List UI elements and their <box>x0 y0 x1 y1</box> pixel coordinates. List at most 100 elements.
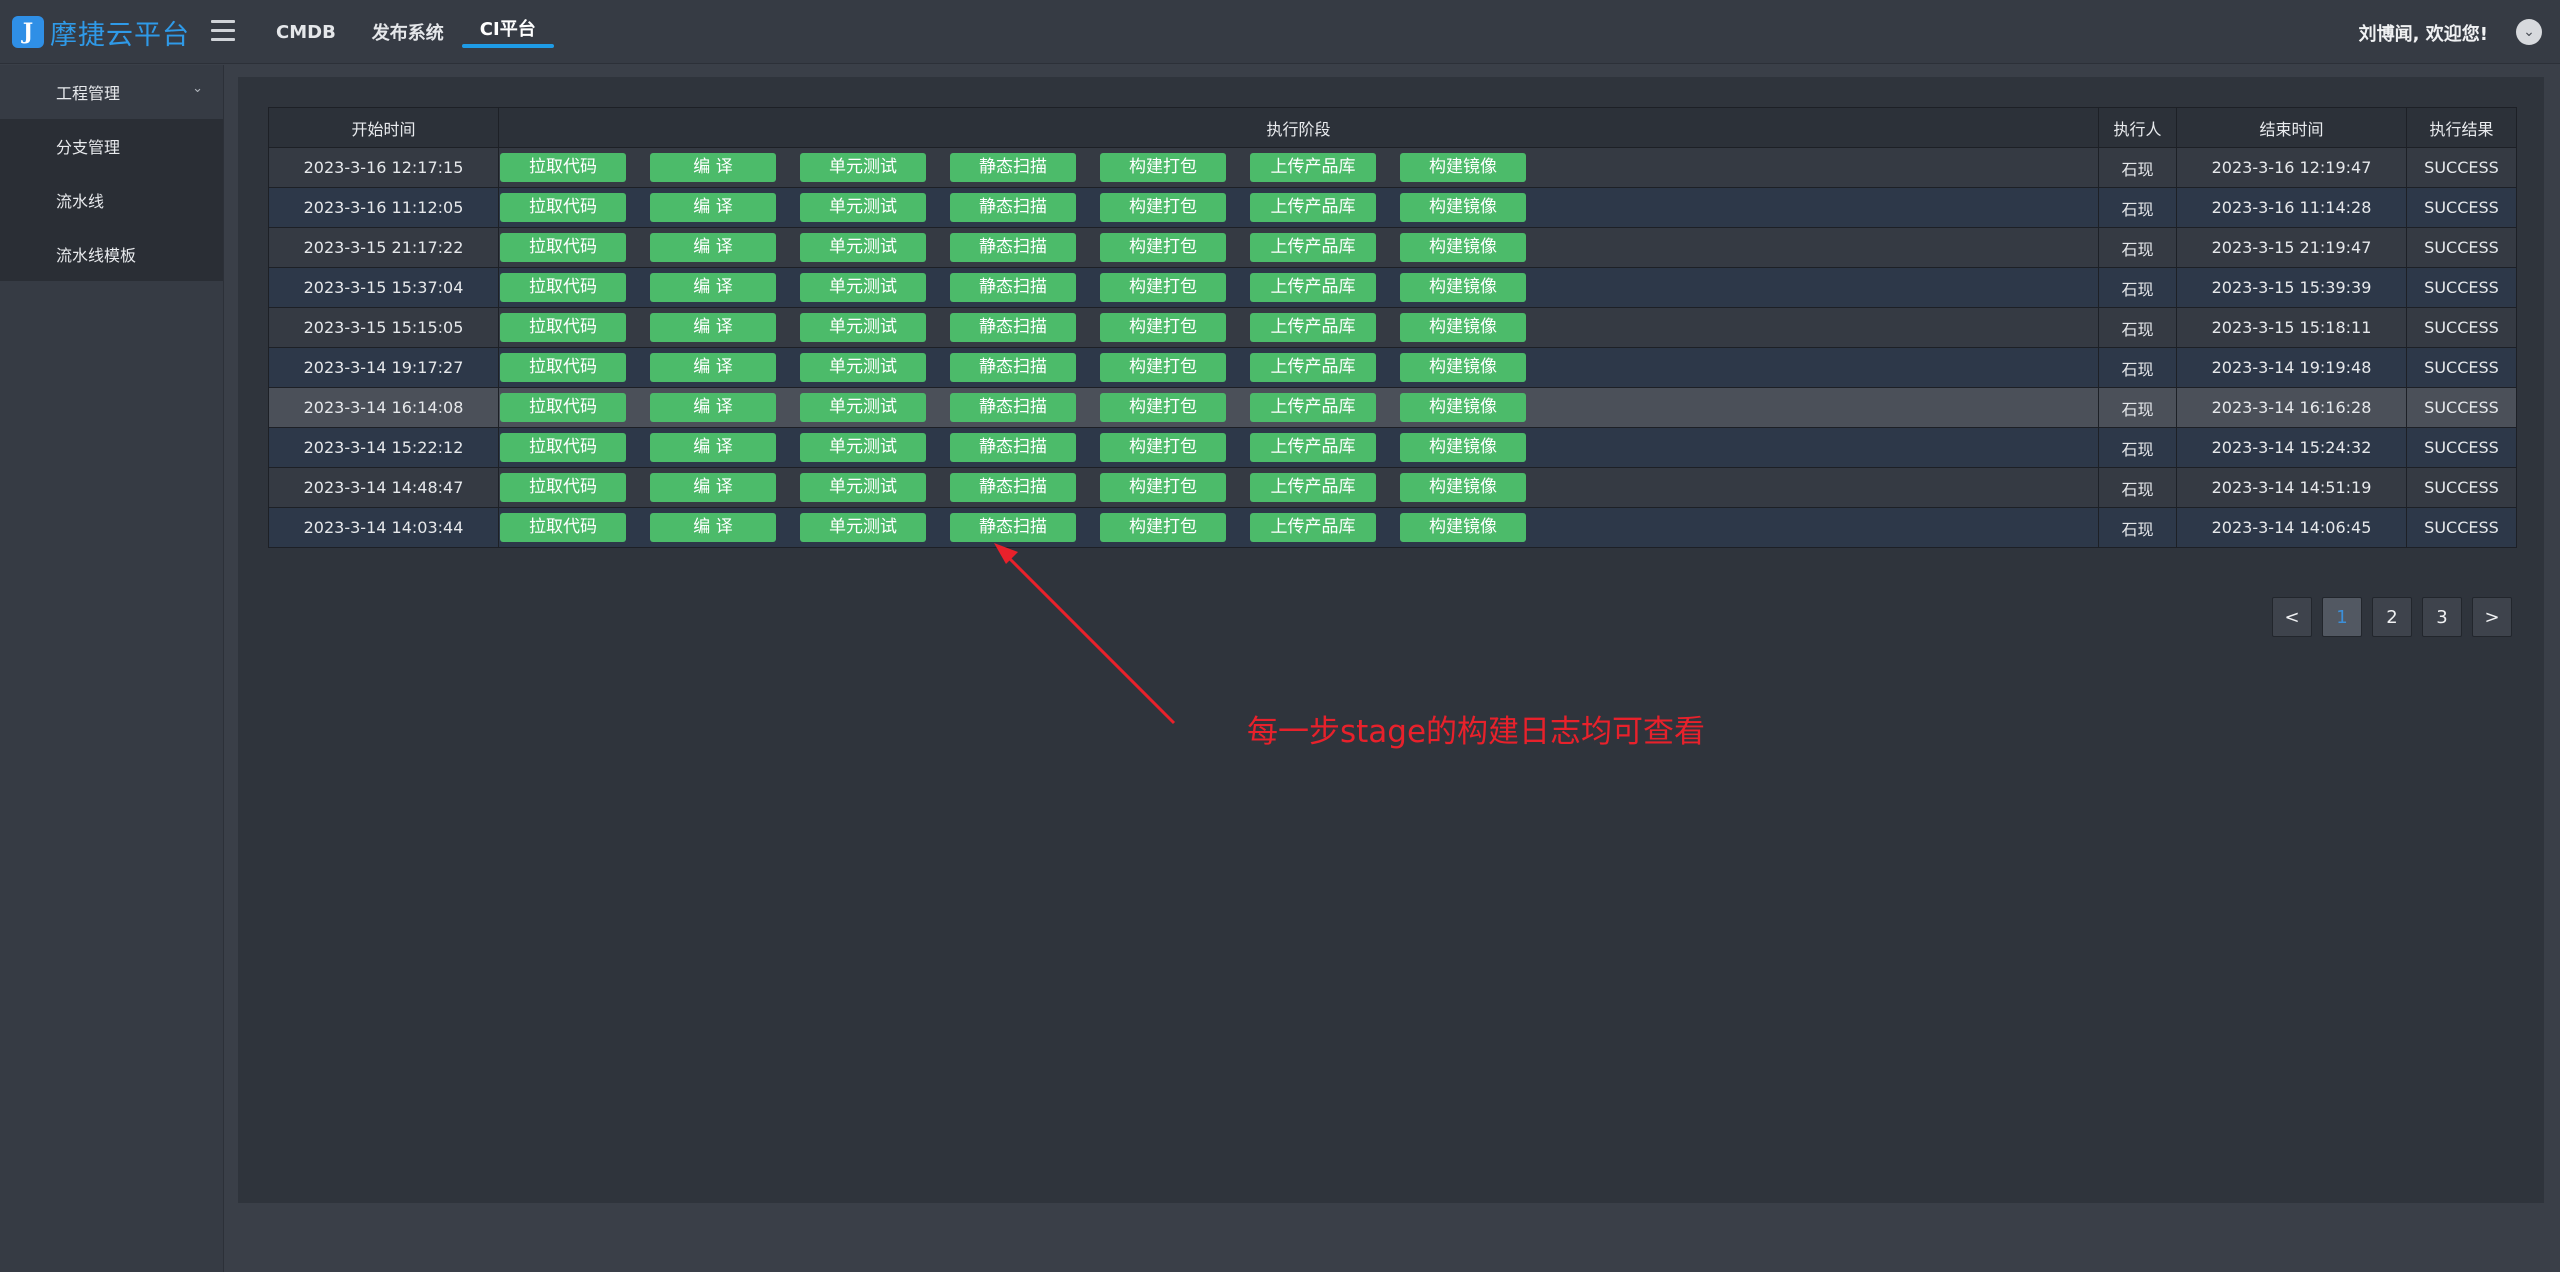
stage-button[interactable]: 静态扫描 <box>950 353 1076 382</box>
stage-button[interactable]: 编 译 <box>650 473 776 502</box>
stage-button[interactable]: 拉取代码 <box>500 313 626 342</box>
stage-button[interactable]: 构建镜像 <box>1400 353 1526 382</box>
stage-button[interactable]: 构建打包 <box>1100 193 1226 222</box>
welcome-text: 刘博闻, 欢迎您! <box>2358 24 2488 45</box>
stage-button[interactable]: 构建打包 <box>1100 353 1226 382</box>
stage-button[interactable]: 构建镜像 <box>1400 433 1526 462</box>
stage-button[interactable]: 构建打包 <box>1100 273 1226 302</box>
stage-button[interactable]: 单元测试 <box>800 153 926 182</box>
page-next-button[interactable]: > <box>2472 597 2512 637</box>
stage-button[interactable]: 单元测试 <box>800 353 926 382</box>
stage-button[interactable]: 静态扫描 <box>950 233 1076 262</box>
chevron-down-icon[interactable]: ⌄ <box>2516 19 2542 45</box>
stage-button[interactable]: 拉取代码 <box>500 233 626 262</box>
page-number-button[interactable]: 3 <box>2422 597 2462 637</box>
app-title: 摩捷云平台 <box>50 19 190 51</box>
app-logo[interactable]: J 摩捷云平台 <box>12 14 190 51</box>
stage-button[interactable]: 编 译 <box>650 433 776 462</box>
executor-cell: 石现 <box>2098 467 2177 508</box>
stage-button[interactable]: 构建镜像 <box>1400 273 1526 302</box>
stage-button[interactable]: 单元测试 <box>800 393 926 422</box>
stage-button[interactable]: 拉取代码 <box>500 193 626 222</box>
stage-button[interactable]: 单元测试 <box>800 313 926 342</box>
start-time-cell: 2023-3-14 14:48:47 <box>268 467 499 508</box>
stage-button[interactable]: 拉取代码 <box>500 353 626 382</box>
stage-button[interactable]: 构建打包 <box>1100 153 1226 182</box>
stage-button[interactable]: 静态扫描 <box>950 473 1076 502</box>
stage-button[interactable]: 拉取代码 <box>500 273 626 302</box>
stage-button[interactable]: 构建打包 <box>1100 473 1226 502</box>
stage-button[interactable]: 上传产品库 <box>1250 473 1376 502</box>
stage-button[interactable]: 构建镜像 <box>1400 313 1526 342</box>
table-row: 2023-3-15 21:17:22 拉取代码编 译单元测试 静态扫描 构建打包 上传产… <box>268 227 2517 268</box>
stage-button[interactable]: 拉取代码 <box>500 393 626 422</box>
stage-button[interactable]: 静态扫描 <box>950 393 1076 422</box>
stage-button[interactable]: 上传产品库 <box>1250 273 1376 302</box>
stage-button[interactable]: 单元测试 <box>800 193 926 222</box>
stage-button[interactable]: 构建镜像 <box>1400 473 1526 502</box>
stage-button[interactable]: 静态扫描 <box>950 433 1076 462</box>
page-number-button[interactable]: 2 <box>2372 597 2412 637</box>
stage-button[interactable]: 单元测试 <box>800 513 926 542</box>
stage-button[interactable]: 构建打包 <box>1100 313 1226 342</box>
annotation-text: 每一步stage的构建日志均可查看 <box>1247 714 1706 750</box>
stage-button[interactable]: 编 译 <box>650 193 776 222</box>
stage-button[interactable]: 静态扫描 <box>950 153 1076 182</box>
hamburger-menu-icon[interactable] <box>211 20 235 42</box>
stage-button[interactable]: 拉取代码 <box>500 433 626 462</box>
stage-button[interactable]: 编 译 <box>650 313 776 342</box>
sidebar-group-project-management[interactable]: 工程管理 ⌄ <box>0 65 223 119</box>
stage-button[interactable]: 编 译 <box>650 153 776 182</box>
stage-button[interactable]: 编 译 <box>650 353 776 382</box>
end-time-cell: 2023-3-14 15:24:32 <box>2176 427 2407 468</box>
start-time-cell: 2023-3-14 15:22:12 <box>268 427 499 468</box>
stage-button[interactable]: 静态扫描 <box>950 313 1076 342</box>
stage-button[interactable]: 上传产品库 <box>1250 153 1376 182</box>
stage-button[interactable]: 编 译 <box>650 393 776 422</box>
stage-button[interactable]: 构建镜像 <box>1400 233 1526 262</box>
table-row: 2023-3-14 15:22:12 拉取代码编 译单元测试 静态扫描 构建打包 上传产… <box>268 427 2517 468</box>
stage-button[interactable]: 单元测试 <box>800 473 926 502</box>
stage-button[interactable]: 拉取代码 <box>500 513 626 542</box>
top-nav-item[interactable]: 发布系统 <box>354 0 462 64</box>
sidebar-item[interactable]: 流水线模板 <box>0 227 223 281</box>
stage-button[interactable]: 单元测试 <box>800 273 926 302</box>
stage-button[interactable]: 上传产品库 <box>1250 513 1376 542</box>
result-cell: SUCCESS <box>2406 507 2517 548</box>
end-time-cell: 2023-3-14 16:16:28 <box>2176 387 2407 428</box>
stage-button[interactable]: 静态扫描 <box>950 193 1076 222</box>
stage-button[interactable]: 编 译 <box>650 513 776 542</box>
stage-button[interactable]: 构建打包 <box>1100 393 1226 422</box>
stage-button[interactable]: 拉取代码 <box>500 473 626 502</box>
stage-button[interactable]: 编 译 <box>650 273 776 302</box>
top-nav-item[interactable]: CI平台 <box>461 0 554 64</box>
start-time-cell: 2023-3-15 21:17:22 <box>268 227 499 268</box>
stage-button[interactable]: 编 译 <box>650 233 776 262</box>
page-prev-button[interactable]: < <box>2272 597 2312 637</box>
stage-button[interactable]: 构建镜像 <box>1400 153 1526 182</box>
top-nav-item[interactable]: CMDB <box>258 0 354 64</box>
stage-button[interactable]: 构建打包 <box>1100 513 1226 542</box>
stage-button[interactable]: 单元测试 <box>800 433 926 462</box>
sidebar-item[interactable]: 分支管理 <box>0 119 223 173</box>
stage-button[interactable]: 上传产品库 <box>1250 313 1376 342</box>
stage-button[interactable]: 上传产品库 <box>1250 353 1376 382</box>
stage-button[interactable]: 上传产品库 <box>1250 393 1376 422</box>
stage-button[interactable]: 上传产品库 <box>1250 193 1376 222</box>
stage-button[interactable]: 上传产品库 <box>1250 233 1376 262</box>
stage-button[interactable]: 拉取代码 <box>500 153 626 182</box>
stage-button[interactable]: 构建镜像 <box>1400 513 1526 542</box>
stage-button[interactable]: 构建打包 <box>1100 433 1226 462</box>
sidebar-item[interactable]: 流水线 <box>0 173 223 227</box>
logo-icon: J <box>12 16 44 48</box>
stage-button[interactable]: 构建镜像 <box>1400 193 1526 222</box>
page-number-button[interactable]: 1 <box>2322 597 2362 637</box>
stage-button[interactable]: 构建镜像 <box>1400 393 1526 422</box>
stage-button[interactable]: 静态扫描 <box>950 273 1076 302</box>
end-time-cell: 2023-3-14 14:06:45 <box>2176 507 2407 548</box>
stage-button[interactable]: 构建打包 <box>1100 233 1226 262</box>
stage-button[interactable]: 上传产品库 <box>1250 433 1376 462</box>
stage-button[interactable]: 单元测试 <box>800 233 926 262</box>
stage-button[interactable]: 静态扫描 <box>950 513 1076 542</box>
end-time-cell: 2023-3-14 14:51:19 <box>2176 467 2407 508</box>
